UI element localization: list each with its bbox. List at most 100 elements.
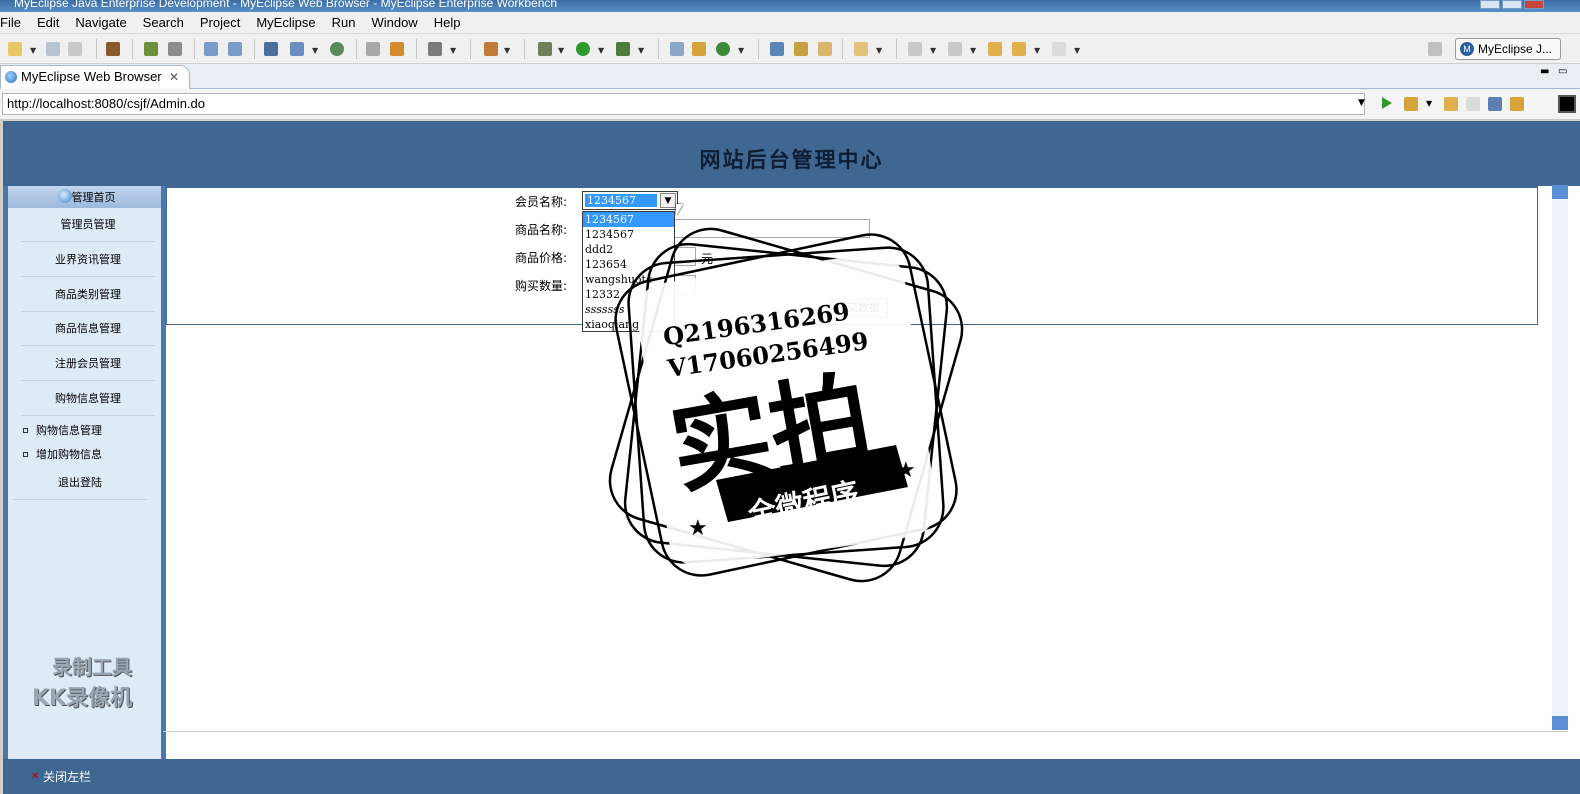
wizard2-icon[interactable]	[228, 42, 242, 56]
deploy-icon[interactable]	[168, 42, 182, 56]
deploy-project-icon[interactable]	[264, 42, 278, 56]
debug-icon[interactable]	[538, 42, 552, 56]
next-annotation-icon[interactable]	[908, 42, 922, 56]
run-icon[interactable]	[576, 42, 590, 56]
sidebar-item-products[interactable]: 商品信息管理	[21, 312, 155, 346]
open-task-icon[interactable]	[692, 42, 706, 56]
search-dropdown-icon[interactable]: ▼	[876, 46, 882, 55]
menu-search[interactable]: Search	[135, 15, 192, 30]
search-folder-icon[interactable]	[854, 42, 868, 56]
new-icon[interactable]	[8, 42, 22, 56]
run-server-dropdown-icon[interactable]: ▼	[312, 46, 318, 55]
menu-help[interactable]: Help	[426, 15, 469, 30]
sidebar-home-header[interactable]: 管理首页	[8, 186, 161, 208]
pen-icon[interactable]	[794, 42, 808, 56]
folder-icon[interactable]	[366, 42, 380, 56]
menu-myeclipse[interactable]: MyEclipse	[248, 15, 323, 30]
member-option[interactable]: 1234567	[583, 227, 674, 242]
member-option[interactable]: 12332	[583, 287, 674, 302]
globe-icon[interactable]	[330, 42, 344, 56]
menu-project[interactable]: Project	[192, 15, 248, 30]
prev-annotation-dropdown-icon[interactable]: ▼	[970, 46, 976, 55]
server-icon[interactable]	[144, 42, 158, 56]
new-java-dropdown-icon[interactable]: ▼	[504, 46, 510, 55]
browser-stop-icon[interactable]	[1488, 97, 1502, 111]
export-icon[interactable]	[390, 42, 404, 56]
sidebar-item-logout[interactable]: 退出登陆	[13, 466, 147, 500]
open-type-icon[interactable]	[670, 42, 684, 56]
maximize-view-icon[interactable]: ▭	[1558, 66, 1567, 77]
refresh-dropdown-icon[interactable]: ▼	[738, 46, 744, 55]
new-dropdown-icon[interactable]: ▼	[30, 46, 36, 55]
back-icon[interactable]	[1012, 42, 1026, 56]
external-tools-dropdown-icon[interactable]: ▼	[638, 46, 644, 55]
db-icon[interactable]	[770, 42, 784, 56]
forward-dropdown-icon[interactable]: ▼	[1074, 46, 1080, 55]
menu-navigate[interactable]: Navigate	[67, 15, 134, 30]
browser-back-icon[interactable]	[1444, 97, 1458, 111]
edit-icon[interactable]	[818, 42, 832, 56]
perspective-label: MyEclipse J...	[1478, 42, 1553, 56]
sidebar-item-admin[interactable]: 管理员管理	[21, 208, 155, 242]
submit-button[interactable]: 提交数据	[828, 299, 888, 317]
minimize-view-icon[interactable]: ▬	[1540, 66, 1549, 77]
perspective-button[interactable]: M MyEclipse J...	[1455, 38, 1561, 60]
browser-refresh-icon[interactable]	[1510, 97, 1524, 111]
member-option[interactable]: 123654	[583, 257, 674, 272]
debug-dropdown-icon[interactable]: ▼	[558, 46, 564, 55]
close-sidebar-icon[interactable]: ✕	[31, 771, 39, 782]
maximize-button[interactable]	[1502, 0, 1522, 9]
favorites-icon[interactable]	[1404, 97, 1418, 111]
back-dropdown-icon[interactable]: ▼	[1034, 46, 1040, 55]
sidebar-subitem-purchase-list[interactable]: 购物信息管理	[23, 422, 102, 438]
external-tools-icon[interactable]	[616, 42, 630, 56]
package-icon[interactable]	[106, 42, 120, 56]
member-select[interactable]: 1234567 ▼	[582, 191, 678, 210]
last-edit-icon[interactable]	[988, 42, 1002, 56]
scroll-up-icon[interactable]	[1552, 185, 1568, 199]
url-history-dropdown-icon[interactable]: ▼	[1358, 98, 1365, 108]
chevron-down-icon[interactable]: ▼	[660, 193, 676, 208]
close-window-button[interactable]	[1524, 0, 1544, 9]
vertical-scrollbar[interactable]	[1552, 185, 1568, 730]
menu-edit[interactable]: Edit	[29, 15, 67, 30]
member-option[interactable]: ddd2	[583, 242, 674, 257]
wizard-icon[interactable]	[204, 42, 218, 56]
close-tab-icon[interactable]: ✕	[169, 66, 179, 88]
print-icon[interactable]	[68, 42, 82, 56]
browser-forward-icon[interactable]	[1466, 97, 1480, 111]
menu-run[interactable]: Run	[324, 15, 364, 30]
favorites-dropdown-icon[interactable]: ▼	[1426, 99, 1432, 108]
refresh-icon[interactable]	[716, 42, 730, 56]
camera-icon[interactable]	[428, 42, 442, 56]
close-sidebar-link[interactable]: 关闭左栏	[43, 768, 91, 785]
member-option[interactable]: 1234567	[583, 212, 674, 227]
sidebar-subitem-add-purchase[interactable]: 增加购物信息	[23, 446, 102, 462]
member-option[interactable]: xiaoqiang	[583, 317, 674, 332]
new-java-icon[interactable]	[484, 42, 498, 56]
open-perspective-icon[interactable]	[1428, 42, 1442, 56]
run-dropdown-icon[interactable]: ▼	[598, 46, 604, 55]
sidebar-item-news[interactable]: 业界资讯管理	[21, 243, 155, 277]
price-unit: 元	[701, 252, 714, 266]
minimize-button[interactable]	[1480, 0, 1500, 9]
forward-icon[interactable]	[1052, 42, 1066, 56]
tab-web-browser[interactable]: MyEclipse Web Browser ✕	[0, 65, 190, 89]
sidebar-item-purchases[interactable]: 购物信息管理	[21, 382, 155, 416]
save-icon[interactable]	[46, 42, 60, 56]
prev-annotation-icon[interactable]	[948, 42, 962, 56]
next-annotation-dropdown-icon[interactable]: ▼	[930, 46, 936, 55]
menu-window[interactable]: Window	[363, 15, 425, 30]
scroll-down-icon[interactable]	[1552, 716, 1568, 730]
member-option[interactable]: sssssss	[583, 302, 674, 317]
url-input[interactable]: http://localhost:8080/csjf/Admin.do	[2, 93, 1365, 115]
member-option[interactable]: wangshuotc	[583, 272, 674, 287]
go-icon[interactable]	[1382, 97, 1392, 109]
browser-urlbar: http://localhost:8080/csjf/Admin.do ▼ ▼	[0, 89, 1580, 120]
color-swatch[interactable]	[1558, 95, 1576, 113]
sidebar-item-members[interactable]: 注册会员管理	[21, 347, 155, 381]
run-server-icon[interactable]	[290, 42, 304, 56]
menu-file[interactable]: File	[0, 15, 29, 30]
camera-dropdown-icon[interactable]: ▼	[450, 46, 456, 55]
sidebar-item-category[interactable]: 商品类别管理	[21, 278, 155, 312]
